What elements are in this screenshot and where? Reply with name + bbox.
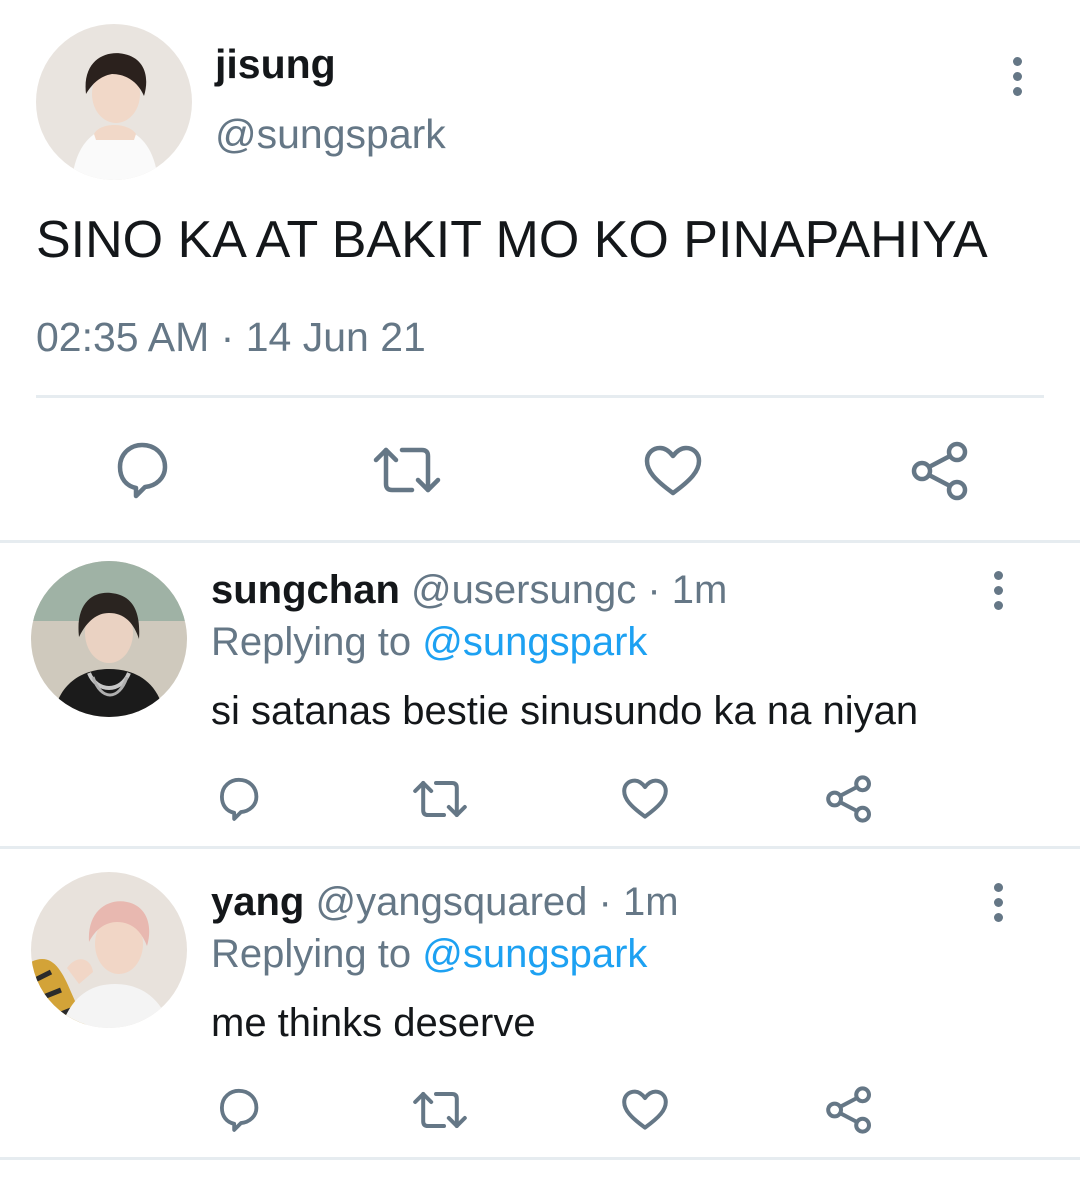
tweet-text: SINO KA AT BAKIT MO KO PINAPAHIYA <box>36 211 988 269</box>
author-handle[interactable]: @yangsquared <box>315 880 587 924</box>
avatar[interactable] <box>31 872 187 1028</box>
reply-age: · 1m <box>598 880 679 924</box>
tweet-divider <box>36 395 1044 398</box>
reply-header: sungchan @usersungc · 1m <box>211 567 727 613</box>
reply-header: yang @yangsquared · 1m <box>211 879 679 925</box>
more-options-icon[interactable] <box>986 571 1010 616</box>
author-name[interactable]: jisung <box>215 40 336 88</box>
avatar[interactable] <box>31 561 187 717</box>
replying-to-handle[interactable]: @sungspark <box>422 932 647 976</box>
reply-text: me thinks deserve <box>211 1001 536 1045</box>
share-icon[interactable] <box>910 441 970 501</box>
like-icon[interactable] <box>621 1088 669 1132</box>
reply-icon[interactable] <box>110 440 172 500</box>
avatar[interactable] <box>36 24 192 180</box>
replying-to: Replying to @sungspark <box>211 931 647 977</box>
reply-icon[interactable] <box>214 776 262 822</box>
author-handle[interactable]: @usersungc <box>411 568 636 612</box>
share-icon[interactable] <box>825 775 873 823</box>
author-name[interactable]: sungchan <box>211 568 400 612</box>
reply-text: si satanas bestie sinusundo ka na niyan <box>211 689 919 733</box>
retweet-icon[interactable] <box>412 1089 468 1131</box>
reply-icon[interactable] <box>214 1087 262 1133</box>
section-divider <box>0 1157 1080 1160</box>
replying-to-label: Replying to <box>211 620 412 664</box>
tweet-timestamp: 02:35 AM · 14 Jun 21 <box>36 313 426 361</box>
more-options-icon[interactable] <box>986 883 1010 928</box>
reply-age: · 1m <box>647 568 728 612</box>
replying-to: Replying to @sungspark <box>211 619 647 665</box>
section-divider <box>0 846 1080 849</box>
retweet-icon[interactable] <box>372 444 442 496</box>
replying-to-label: Replying to <box>211 932 412 976</box>
tweet-date: 14 Jun 21 <box>245 314 426 360</box>
more-options-icon[interactable] <box>1005 57 1029 102</box>
timestamp-separator: · <box>220 314 235 360</box>
like-icon[interactable] <box>621 777 669 821</box>
like-icon[interactable] <box>643 444 703 498</box>
retweet-icon[interactable] <box>412 778 468 820</box>
tweet-time: 02:35 AM <box>36 314 210 360</box>
section-divider <box>0 540 1080 543</box>
author-handle[interactable]: @sungspark <box>215 110 446 158</box>
author-name[interactable]: yang <box>211 880 304 924</box>
share-icon[interactable] <box>825 1086 873 1134</box>
replying-to-handle[interactable]: @sungspark <box>422 620 647 664</box>
